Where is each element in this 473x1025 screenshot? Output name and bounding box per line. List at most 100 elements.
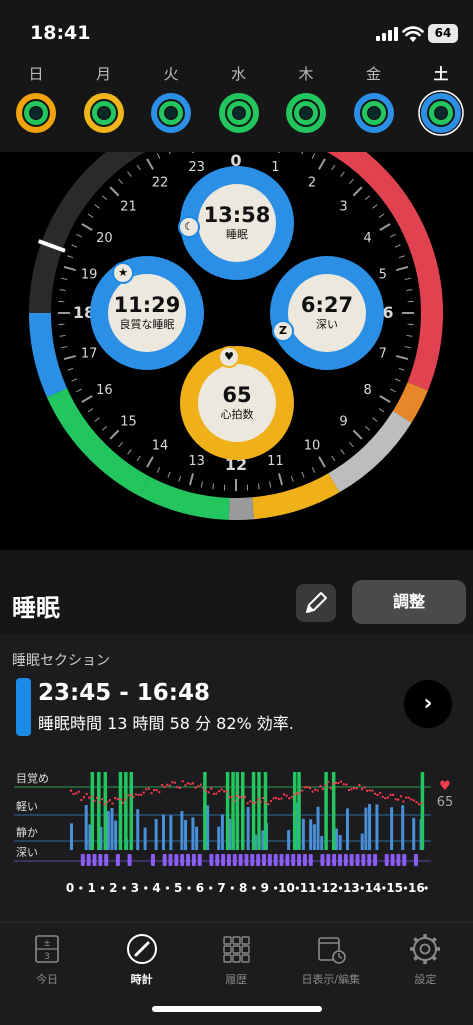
heart-rate-dot: [112, 803, 114, 805]
deep-sleep-bubble[interactable]: 6:27 深い: [270, 256, 384, 370]
deep-sleep-icon: Z: [272, 320, 294, 342]
hour-label: 23: [188, 160, 205, 175]
hour-tick-label: 3: [131, 881, 139, 895]
deep-sleep-bar: [221, 854, 225, 866]
hour-tick-label: 13: [343, 881, 360, 895]
heart-rate-dot: [335, 782, 337, 784]
heart-rate-dot: [286, 795, 288, 797]
session-color-bar: [16, 678, 31, 736]
deep-sleep-bar: [192, 854, 196, 866]
heart-rate-dot: [345, 784, 347, 786]
heart-rate-dot: [88, 797, 90, 799]
hour-label: 13: [188, 454, 205, 469]
hour-tick-label: 15: [386, 881, 403, 895]
dial-tick: [128, 449, 132, 454]
heart-rate-dot: [340, 781, 342, 783]
deep-sleep-bar: [227, 854, 231, 866]
home-indicator[interactable]: [152, 1006, 322, 1012]
deep-sleep-label: 深い: [316, 317, 338, 333]
heart-rate-dot: [231, 796, 233, 798]
dial-tick: [341, 172, 345, 177]
day-2[interactable]: 火: [143, 60, 199, 152]
heart-rate-dot: [410, 798, 412, 800]
heart-rate-dot: [260, 801, 262, 803]
heart-rate-dot: [327, 781, 329, 783]
heart-rate-dot: [96, 797, 98, 799]
activity-ring-icon: [418, 90, 464, 136]
dial-tick: [61, 347, 67, 348]
hour-label: 20: [96, 231, 113, 246]
deep-sleep-bar: [326, 854, 330, 866]
tab-clock[interactable]: 時計: [95, 931, 189, 991]
hour-label: 16: [96, 383, 113, 398]
tab-gear[interactable]: 設定: [378, 931, 472, 991]
heart-rate-dot: [402, 801, 404, 803]
heart-rate-dot: [148, 788, 150, 790]
awake-spike: [119, 772, 123, 850]
heart-rate-dot: [330, 787, 332, 789]
heart-rate-dot: [421, 802, 423, 804]
heart-rate-dot: [80, 799, 82, 801]
dial-tick: [110, 187, 118, 195]
day-4[interactable]: 木: [278, 60, 334, 152]
heart-rate-dot: [270, 800, 272, 802]
day-5[interactable]: 金: [346, 60, 402, 152]
heart-rate-dot: [208, 791, 210, 793]
tab-calendar-day[interactable]: ±3今日: [0, 931, 94, 991]
heart-rate-dot: [348, 789, 350, 791]
heart-rate-dot: [249, 800, 251, 802]
day-3[interactable]: 水: [211, 60, 267, 152]
stage-arc-deep: [40, 313, 57, 393]
awake-spike: [257, 772, 261, 850]
day-0[interactable]: 日: [8, 60, 64, 152]
heart-rate-dot: [364, 786, 366, 788]
heart-rate-dot: [223, 790, 225, 792]
hour-tick-label: 9: [261, 881, 269, 895]
day-label: 水: [211, 60, 267, 88]
hour-separator-dot: [339, 886, 342, 889]
heart-rate-dot: [275, 797, 277, 799]
dial-tick: [157, 153, 160, 158]
adjust-button[interactable]: 調整: [352, 580, 466, 624]
heart-rate-dot: [192, 782, 194, 784]
heart-rate-dot: [267, 803, 269, 805]
hypnogram[interactable]: 目覚め軽い静か深い♥65012345678910111213141516: [0, 762, 473, 912]
hour-tick-label: 8: [239, 881, 247, 895]
heart-rate-dot: [343, 783, 345, 785]
heart-rate-dot: [413, 799, 415, 801]
deep-sleep-bar: [373, 854, 377, 866]
hour-tick-label: 2: [109, 881, 117, 895]
quality-sleep-bubble[interactable]: 11:29 良質な睡眠: [90, 256, 204, 370]
heart-rate-dot: [288, 797, 290, 799]
edit-button[interactable]: [296, 584, 336, 622]
session-detail-button[interactable]: ›: [404, 680, 452, 728]
gear-icon: [407, 931, 443, 967]
deep-sleep-bar: [414, 854, 418, 866]
heart-rate-dot: [379, 792, 381, 794]
sleep-clock-dial[interactable]: 12131415161718192021222301234567891011 1…: [0, 152, 473, 550]
day-6[interactable]: 土: [413, 60, 469, 152]
tab-grid[interactable]: 履歴: [189, 931, 283, 991]
day-1[interactable]: 月: [76, 60, 132, 152]
heart-rate-dot: [382, 796, 384, 798]
heart-rate-dot: [158, 791, 160, 793]
dial-tick: [312, 467, 315, 472]
heart-rate-value: 65: [222, 383, 251, 407]
heart-rate-dot: [140, 794, 142, 796]
session-summary: 睡眠時間 13 時間 58 分 82% 効率.: [38, 710, 294, 734]
light-sleep-bar: [401, 805, 404, 850]
deep-sleep-bar: [291, 854, 295, 866]
heart-rate-dot: [202, 787, 204, 789]
heart-rate-dot: [265, 801, 267, 803]
tab-calendar-edit[interactable]: 日表示/編集: [284, 931, 378, 991]
session-heading: 睡眠セクション: [12, 650, 110, 670]
heart-rate-dot: [179, 787, 181, 789]
dial-tick: [258, 484, 259, 490]
deep-sleep-bar: [262, 854, 266, 866]
heart-rate-dot: [234, 800, 236, 802]
heart-rate-dot: [369, 789, 371, 791]
dial-tick: [312, 153, 315, 158]
stage-arc-wake: [253, 483, 334, 509]
light-sleep-bar: [368, 804, 371, 850]
day-label: 火: [143, 60, 199, 88]
